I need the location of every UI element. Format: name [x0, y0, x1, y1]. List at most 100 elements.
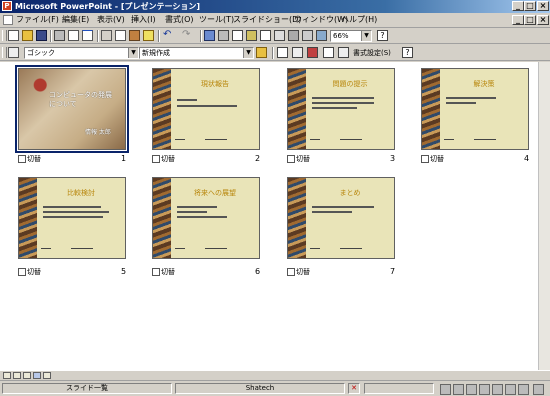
- document-icon[interactable]: [3, 15, 13, 25]
- transition-label[interactable]: 切替: [152, 154, 175, 164]
- transition-icon: [421, 155, 429, 163]
- show-formatting-icon[interactable]: [288, 30, 299, 41]
- drawing-tool-icon[interactable]: [505, 384, 516, 395]
- powerpoint-app-icon[interactable]: P: [2, 1, 12, 11]
- slide-thumbnail-5[interactable]: 比較検討: [18, 177, 126, 259]
- doc-restore-button[interactable]: □: [524, 15, 536, 25]
- color-view-icon[interactable]: [316, 30, 327, 41]
- menu-format[interactable]: 書式(O): [165, 14, 194, 26]
- layout-button[interactable]: 書式設定(S): [353, 47, 391, 59]
- help-icon[interactable]: ?: [402, 47, 413, 58]
- print-icon[interactable]: [54, 30, 65, 41]
- toolbar-grip[interactable]: [2, 30, 7, 41]
- expand-all-icon[interactable]: [274, 30, 285, 41]
- insert-chart-icon[interactable]: [246, 30, 257, 41]
- transition-icon: [18, 155, 26, 163]
- menu-edit[interactable]: 編集(E): [62, 14, 89, 26]
- slide-view-icon[interactable]: [23, 372, 31, 379]
- drawing-tool-icon[interactable]: [518, 384, 529, 395]
- spelling-icon[interactable]: [82, 30, 93, 41]
- slide-transition-icon[interactable]: [277, 47, 288, 58]
- redo-icon[interactable]: ↷: [182, 30, 193, 41]
- open-icon[interactable]: [22, 30, 33, 41]
- design-value: 新規作成: [142, 49, 170, 57]
- vertical-scrollbar[interactable]: [538, 62, 550, 370]
- rehearse-timings-icon[interactable]: [307, 47, 318, 58]
- slide-title: まとめ: [339, 189, 361, 197]
- menu-file[interactable]: ファイル(F): [16, 14, 59, 26]
- menu-tools[interactable]: ツール(T): [199, 14, 234, 26]
- slide-decor-strip: [153, 69, 171, 149]
- slide-sorter-view-icon[interactable]: [33, 372, 41, 379]
- drawing-tool-icon[interactable]: [440, 384, 451, 395]
- bullet-line: [312, 97, 374, 99]
- help-icon[interactable]: ?: [377, 30, 388, 41]
- slideshow-view-icon[interactable]: [43, 372, 51, 379]
- design-combo[interactable]: 新規作成 ▼: [139, 47, 254, 59]
- save-icon[interactable]: [36, 30, 47, 41]
- speaker-notes-icon[interactable]: [338, 47, 349, 58]
- transition-label[interactable]: 切替: [287, 267, 310, 277]
- new-icon[interactable]: [8, 30, 19, 41]
- separator: [272, 47, 274, 59]
- transition-label[interactable]: 切替: [421, 154, 444, 164]
- maximize-button[interactable]: □: [524, 1, 536, 11]
- grayscale-icon[interactable]: [302, 30, 313, 41]
- slide-thumbnail-4[interactable]: 解決策: [421, 68, 529, 150]
- chevron-down-icon[interactable]: ▼: [243, 48, 253, 58]
- separator: [97, 30, 99, 42]
- toolbar-grip[interactable]: [2, 47, 7, 58]
- bullet-line: [177, 216, 227, 218]
- new-slide-icon[interactable]: [260, 30, 271, 41]
- slide-thumbnail-1[interactable]: コンピュータの発展について 情報 太郎: [15, 65, 129, 153]
- font-name-combo[interactable]: ゴシック ▼: [24, 47, 139, 59]
- drawing-tool-icon[interactable]: [479, 384, 490, 395]
- summary-slide-icon[interactable]: [323, 47, 334, 58]
- slide-thumbnail-7[interactable]: まとめ: [287, 177, 395, 259]
- drawing-tool-icon[interactable]: [466, 384, 477, 395]
- spelling-status-icon[interactable]: ✕: [348, 383, 360, 394]
- slide-thumbnail-2[interactable]: 現状報告: [152, 68, 260, 150]
- slide-thumbnail-6[interactable]: 将来への展望: [152, 177, 260, 259]
- drawing-tool-icon[interactable]: [453, 384, 464, 395]
- print-preview-icon[interactable]: [68, 30, 79, 41]
- paste-icon[interactable]: [129, 30, 140, 41]
- drawing-tool-icon[interactable]: [533, 384, 544, 395]
- slide-subtitle: 情報 太郎: [85, 129, 111, 136]
- doc-minimize-button[interactable]: _: [512, 15, 524, 25]
- chevron-down-icon[interactable]: ▼: [361, 31, 371, 41]
- menu-view[interactable]: 表示(V): [97, 14, 125, 26]
- close-button[interactable]: ×: [537, 1, 549, 11]
- slide-decor-strip: [153, 178, 171, 258]
- menu-help[interactable]: ヘルプ(H): [341, 14, 377, 26]
- chevron-down-icon[interactable]: ▼: [128, 48, 138, 58]
- menu-slideshow[interactable]: スライドショー(D): [233, 14, 301, 26]
- insert-table-icon[interactable]: [232, 30, 243, 41]
- copy-icon[interactable]: [115, 30, 126, 41]
- status-bar: スライド一覧 Shatech ✕: [0, 380, 550, 396]
- transition-label[interactable]: 切替: [18, 154, 41, 164]
- hide-slide-icon[interactable]: [292, 47, 303, 58]
- drawing-tool-icon[interactable]: [492, 384, 503, 395]
- transition-label[interactable]: 切替: [287, 154, 310, 164]
- slide-title: 現状報告: [201, 80, 229, 88]
- outline-view-icon[interactable]: [13, 372, 21, 379]
- minimize-button[interactable]: _: [512, 1, 524, 11]
- transition-icon: [287, 268, 295, 276]
- transition-label[interactable]: 切替: [18, 267, 41, 277]
- transition-icon: [287, 155, 295, 163]
- menu-insert[interactable]: 挿入(I): [131, 14, 156, 26]
- undo-icon[interactable]: ↶: [163, 30, 174, 41]
- hyperlink-icon[interactable]: [204, 30, 215, 41]
- format-painter-icon[interactable]: [143, 30, 154, 41]
- transition-label[interactable]: 切替: [152, 267, 175, 277]
- apply-design-icon[interactable]: [256, 47, 267, 58]
- zoom-combo[interactable]: 66% ▼: [330, 30, 372, 42]
- tables-borders-icon[interactable]: [218, 30, 229, 41]
- normal-view-icon[interactable]: [3, 372, 11, 379]
- cut-icon[interactable]: [101, 30, 112, 41]
- slide-thumbnail-3[interactable]: 問題の提示: [287, 68, 395, 150]
- doc-close-button[interactable]: ×: [537, 15, 549, 25]
- bullet-line: [446, 102, 476, 104]
- slide-number: 3: [390, 154, 396, 163]
